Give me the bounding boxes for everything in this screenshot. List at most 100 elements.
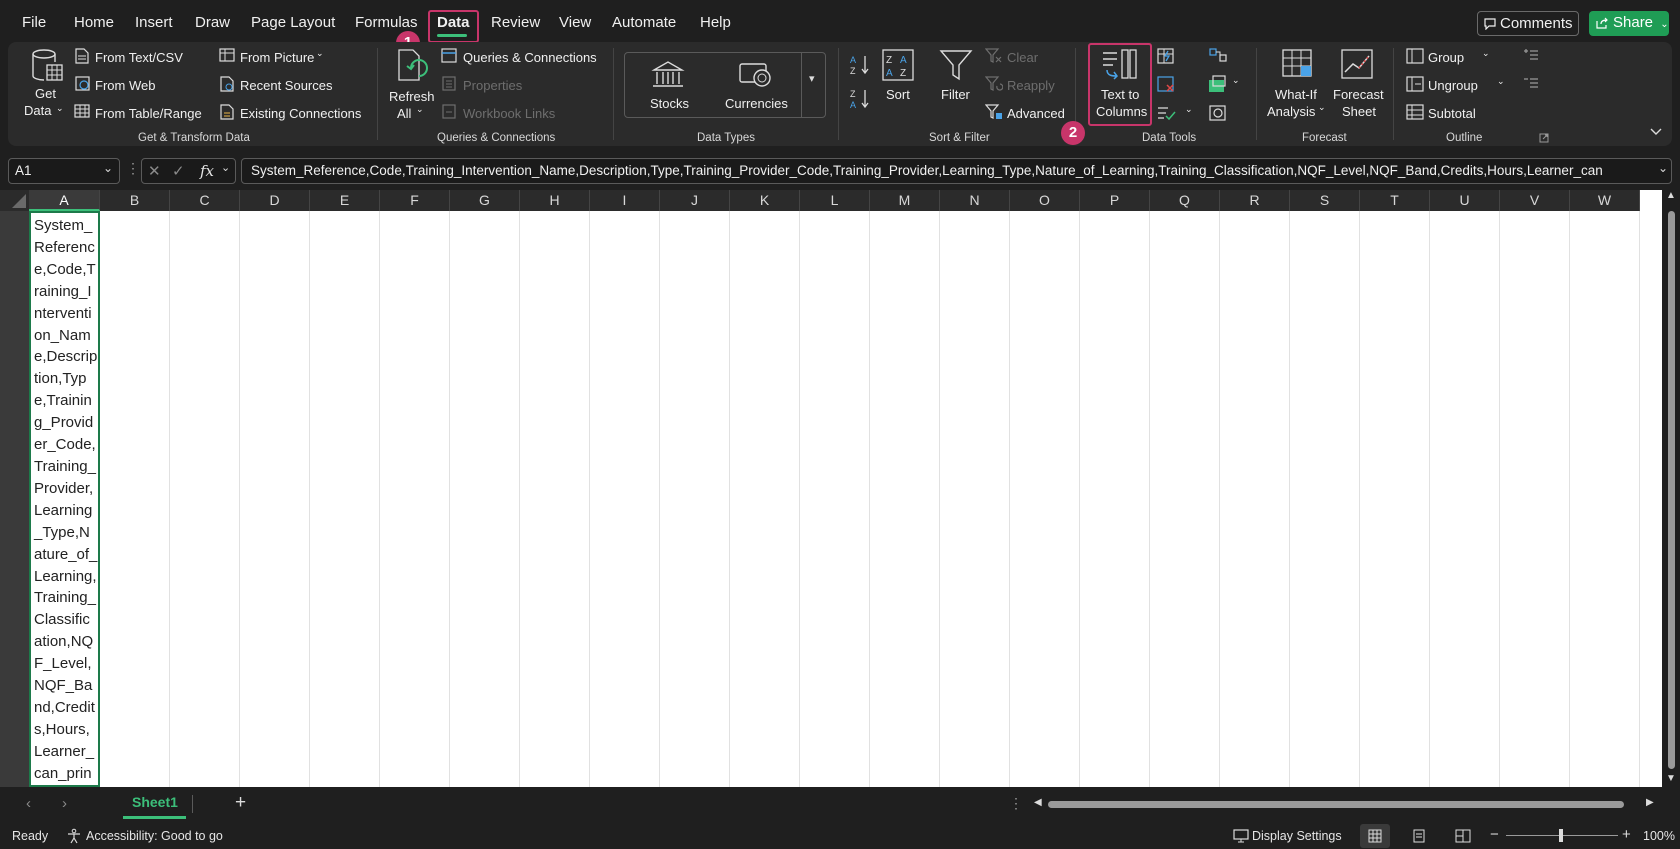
column-header-h[interactable]: H <box>520 190 590 211</box>
formula-input[interactable]: System_Reference,Code,Training_Intervent… <box>241 158 1672 184</box>
column-header-s[interactable]: S <box>1290 190 1360 211</box>
column-header-m[interactable]: M <box>870 190 940 211</box>
column-header-u[interactable]: U <box>1430 190 1500 211</box>
remove-duplicates-icon[interactable] <box>1156 75 1176 93</box>
show-detail-icon[interactable] <box>1523 48 1539 62</box>
previous-sheet-icon[interactable]: ‹ <box>26 795 31 812</box>
currencies-icon <box>739 63 771 87</box>
scroll-left-icon[interactable]: ◀ <box>1034 797 1042 808</box>
ribbon-separator <box>1256 48 1257 140</box>
menu-insert[interactable]: Insert <box>135 14 173 31</box>
flash-fill-icon[interactable] <box>1156 47 1176 65</box>
menu-formulas[interactable]: Formulas <box>355 14 418 31</box>
accessibility-icon[interactable] <box>66 828 82 844</box>
zoom-slider-thumb[interactable] <box>1559 829 1563 842</box>
chevron-down-icon[interactable]: ⌄ <box>221 161 230 174</box>
page-layout-view-icon[interactable] <box>1412 829 1426 843</box>
menu-automate[interactable]: Automate <box>612 14 676 31</box>
column-header-n[interactable]: N <box>940 190 1010 211</box>
manage-data-model-icon[interactable] <box>1208 104 1228 122</box>
collapse-ribbon-icon[interactable] <box>1650 128 1662 136</box>
cell-a1[interactable]: System_Reference,Code,Training_Intervent… <box>29 211 100 787</box>
scroll-up-icon[interactable]: ▲ <box>1666 190 1676 201</box>
sort-z-to-a-icon[interactable]: ZA <box>849 88 871 110</box>
chevron-down-icon[interactable]: ⌄ <box>1232 75 1240 86</box>
next-sheet-icon[interactable]: › <box>62 795 67 812</box>
scroll-down-icon[interactable]: ▼ <box>1666 773 1676 784</box>
column-header-t[interactable]: T <box>1360 190 1430 211</box>
sheet-tab-sheet1[interactable]: Sheet1 <box>123 787 186 819</box>
group-label-data-types: Data Types <box>697 132 755 144</box>
hide-detail-icon[interactable] <box>1523 76 1539 90</box>
scroll-right-icon[interactable]: ▶ <box>1646 797 1654 808</box>
chevron-down-icon[interactable]: ⌄ <box>1185 104 1193 115</box>
menu-review[interactable]: Review <box>491 14 540 31</box>
status-display-settings[interactable]: Display Settings <box>1252 829 1342 843</box>
column-header-d[interactable]: D <box>240 190 310 211</box>
status-accessibility[interactable]: Accessibility: Good to go <box>86 829 223 843</box>
column-header-o[interactable]: O <box>1010 190 1080 211</box>
relationships-icon[interactable] <box>1208 75 1228 93</box>
column-header-r[interactable]: R <box>1220 190 1290 211</box>
more-options-icon[interactable]: ⋮ <box>1009 795 1023 812</box>
reapply-icon <box>985 76 1003 91</box>
menu-help[interactable]: Help <box>700 14 731 31</box>
expand-formula-bar-icon[interactable]: ⌄ <box>1655 161 1669 175</box>
column-header-q[interactable]: Q <box>1150 190 1220 211</box>
data-validation-icon[interactable] <box>1156 104 1176 122</box>
gridline <box>589 211 590 787</box>
select-all-corner[interactable] <box>0 190 29 211</box>
column-header-l[interactable]: L <box>800 190 870 211</box>
column-header-v[interactable]: V <box>1500 190 1570 211</box>
zoom-level[interactable]: 100% <box>1643 829 1675 843</box>
column-header-f[interactable]: F <box>380 190 450 211</box>
sort-label: Sort <box>886 87 910 102</box>
queries-connections-label: Queries & Connections <box>463 50 597 65</box>
normal-view-button[interactable] <box>1360 824 1390 848</box>
column-header-w[interactable]: W <box>1570 190 1640 211</box>
gridline <box>1429 211 1430 787</box>
menu-draw[interactable]: Draw <box>195 14 230 31</box>
data-types-more-button[interactable]: ▾ <box>801 52 826 118</box>
share-button[interactable]: Share ⌄ <box>1589 11 1669 36</box>
menu-file[interactable]: File <box>22 14 46 31</box>
gridline <box>309 211 310 787</box>
consolidate-icon[interactable] <box>1208 47 1228 65</box>
column-header-k[interactable]: K <box>730 190 800 211</box>
dialog-launcher-icon[interactable] <box>1539 133 1549 143</box>
worksheet-grid[interactable] <box>0 190 1680 787</box>
menu-view[interactable]: View <box>559 14 591 31</box>
display-settings-icon[interactable] <box>1233 829 1249 843</box>
page-break-view-icon[interactable] <box>1455 829 1471 843</box>
sort-a-to-z-icon[interactable]: AZ <box>849 54 871 76</box>
column-header-j[interactable]: J <box>660 190 730 211</box>
ribbon-separator <box>838 48 839 140</box>
column-header-a[interactable]: A <box>29 190 100 211</box>
text-file-icon <box>75 48 89 64</box>
vertical-scrollbar[interactable]: ▲ ▼ <box>1662 190 1680 787</box>
menu-page-layout[interactable]: Page Layout <box>251 14 335 31</box>
column-header-p[interactable]: P <box>1080 190 1150 211</box>
horizontal-scroll-thumb[interactable] <box>1048 801 1624 808</box>
insert-function-icon[interactable]: fx <box>200 162 214 180</box>
cancel-icon[interactable]: ✕ <box>148 162 161 180</box>
gridline <box>449 211 450 787</box>
group-label-get-transform: Get & Transform Data <box>138 132 250 144</box>
share-icon <box>1596 17 1608 29</box>
more-options-icon[interactable]: ⋮ <box>126 160 140 177</box>
comments-button[interactable]: Comments <box>1477 11 1579 36</box>
enter-checkmark-icon[interactable]: ✓ <box>172 162 185 180</box>
zoom-in-icon[interactable]: + <box>1622 826 1631 843</box>
column-header-i[interactable]: I <box>590 190 660 211</box>
column-header-e[interactable]: E <box>310 190 380 211</box>
column-header-g[interactable]: G <box>450 190 520 211</box>
menu-home[interactable]: Home <box>74 14 114 31</box>
connections-file-icon <box>220 104 234 120</box>
name-box[interactable]: A1 ⌄ <box>8 158 120 184</box>
gridline <box>1639 211 1640 787</box>
vertical-scroll-thumb[interactable] <box>1668 211 1675 769</box>
add-sheet-icon[interactable]: + <box>235 792 246 814</box>
zoom-out-icon[interactable]: − <box>1490 826 1499 843</box>
column-header-c[interactable]: C <box>170 190 240 211</box>
column-header-b[interactable]: B <box>100 190 170 211</box>
